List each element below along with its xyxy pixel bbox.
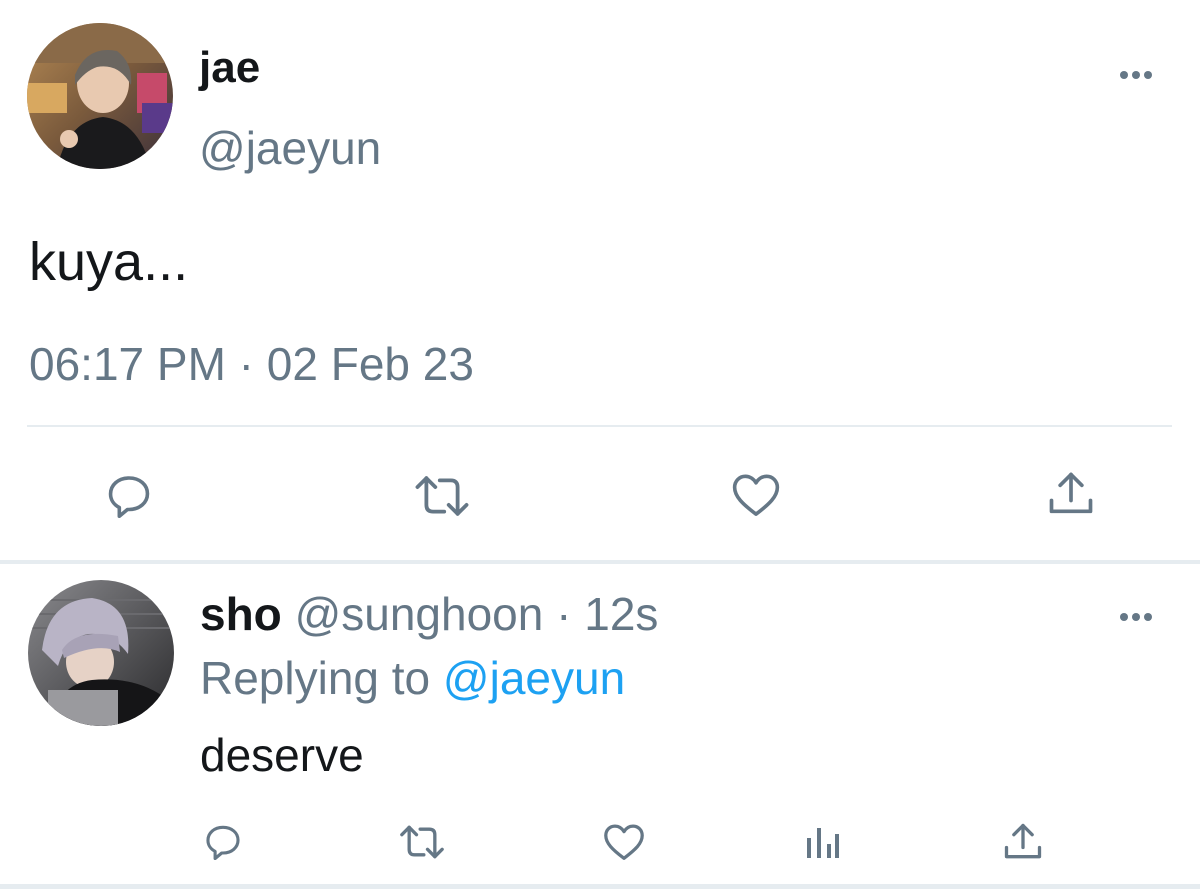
divider xyxy=(27,425,1172,427)
share-icon[interactable] xyxy=(1045,468,1097,520)
reply-icon[interactable] xyxy=(102,469,156,523)
avatar[interactable] xyxy=(28,580,174,726)
avatar[interactable] xyxy=(27,23,173,169)
avatar-image xyxy=(27,23,173,169)
replying-to-handle[interactable]: @jaeyun xyxy=(443,652,625,704)
display-name[interactable]: jae xyxy=(199,44,260,92)
replying-to: Replying to @jaeyun xyxy=(200,652,625,704)
tweet-text: kuya... xyxy=(29,232,189,292)
reply-icon[interactable] xyxy=(201,820,245,864)
time-separator: · xyxy=(556,588,572,640)
analytics-icon[interactable] xyxy=(803,822,843,862)
replying-to-label: Replying to xyxy=(200,652,431,704)
section-separator xyxy=(0,560,1200,564)
more-options-icon[interactable] xyxy=(1120,66,1156,84)
user-handle[interactable]: @sunghoon xyxy=(295,588,544,640)
bottom-separator xyxy=(0,884,1200,889)
share-icon[interactable] xyxy=(1001,820,1045,864)
reply-header: sho @sunghoon · 12s xyxy=(200,588,658,640)
relative-time[interactable]: 12s xyxy=(584,588,658,640)
like-icon[interactable] xyxy=(601,819,647,865)
retweet-icon[interactable] xyxy=(398,820,446,864)
user-handle[interactable]: @jaeyun xyxy=(199,122,381,174)
timestamp[interactable]: 06:17 PM · 02 Feb 23 xyxy=(29,338,474,390)
more-options-icon[interactable] xyxy=(1120,608,1156,626)
retweet-icon[interactable] xyxy=(413,469,471,523)
display-name[interactable]: sho xyxy=(200,588,282,640)
avatar-image xyxy=(28,580,174,726)
like-icon[interactable] xyxy=(728,468,784,522)
tweet-text: deserve xyxy=(200,729,364,781)
